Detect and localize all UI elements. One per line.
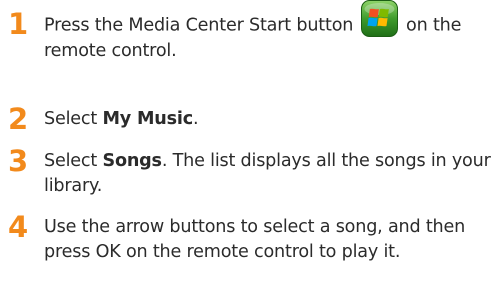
step-number: 2 [8, 102, 29, 136]
menu-item-my-music: My Music [102, 109, 193, 129]
step-text-part: Use the arrow buttons to select a song, … [44, 217, 466, 262]
step-number: 1 [8, 7, 29, 41]
step-text-part: Press the Media Center Start button [44, 15, 354, 36]
step-number: 3 [8, 144, 29, 178]
step-text-part: Select [44, 151, 103, 171]
windows-start-button-icon [360, 0, 398, 37]
step-text-part: . [192, 109, 199, 129]
step-number: 4 [8, 210, 29, 244]
step-text-part: Select [44, 109, 103, 129]
menu-item-songs: Songs [102, 151, 162, 171]
step-text: Select My Music. [44, 107, 494, 132]
step-text: Press the Media Center Start button on t… [44, 0, 494, 64]
step-text: Select Songs. The list displays all the … [44, 149, 494, 199]
step-text: Use the arrow buttons to select a song, … [44, 215, 494, 265]
